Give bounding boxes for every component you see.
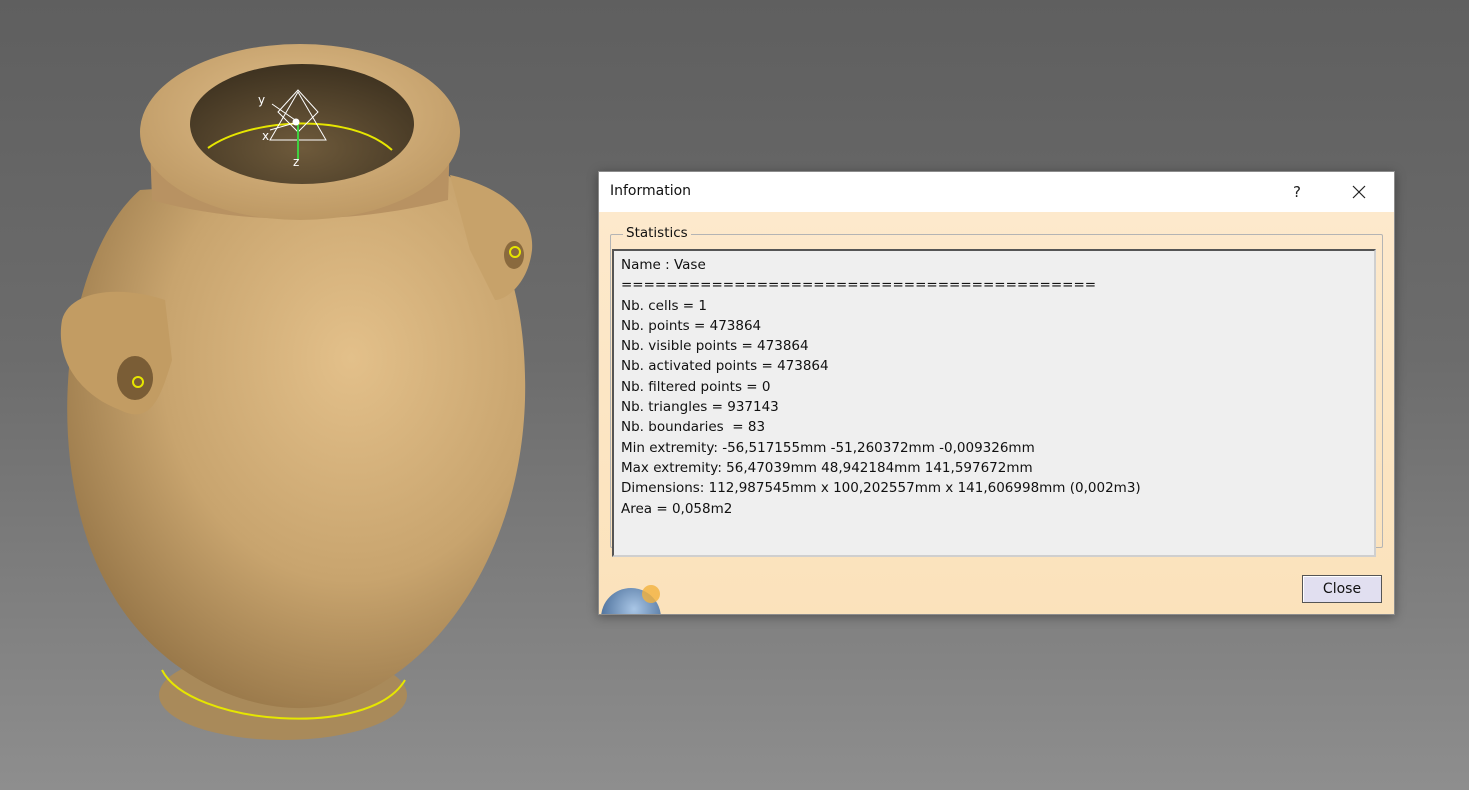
help-button[interactable]: ?	[1279, 178, 1315, 206]
stat-line: Nb. boundaries = 83	[621, 419, 766, 436]
dialog-body: Statistics Name : Vase =================…	[599, 212, 1394, 614]
stat-line: Nb. cells = 1	[621, 297, 707, 314]
statistics-group-label: Statistics	[623, 225, 691, 241]
statistics-text-area[interactable]: Name : Vase ============================…	[612, 249, 1376, 557]
stat-line: Dimensions: 112,987545mm x 100,202557mm …	[621, 480, 1141, 497]
vase-mesh[interactable]: y x z	[0, 0, 600, 790]
stat-line: Nb. activated points = 473864	[621, 358, 829, 375]
stat-line: Name : Vase	[621, 257, 706, 273]
stat-line: Nb. points = 473864	[621, 317, 762, 334]
axis-label-y: y	[258, 93, 265, 107]
close-icon[interactable]	[1341, 178, 1377, 206]
stat-line: Max extremity: 56,47039mm 48,942184mm 14…	[621, 459, 1033, 476]
stat-line: Nb. visible points = 473864	[621, 338, 809, 355]
axis-label-z: z	[293, 155, 299, 169]
globe-logo-icon	[599, 572, 663, 614]
stat-line: Nb. triangles = 937143	[621, 399, 779, 416]
stat-line: Nb. filtered points = 0	[621, 378, 771, 395]
dialog-title: Information	[610, 183, 692, 199]
stat-line: Area = 0,058m2	[621, 500, 733, 517]
axis-label-x: x	[262, 129, 269, 143]
stat-line: Min extremity: -56,517155mm -51,260372mm…	[621, 439, 1035, 456]
statistics-lines: Name : Vase ============================…	[621, 255, 1141, 519]
close-button[interactable]: Close	[1302, 575, 1382, 603]
title-bar[interactable]: Information ?	[599, 172, 1394, 212]
information-dialog: Information ? Statistics Name : Vase ===…	[598, 171, 1395, 615]
stat-line: ========================================…	[621, 277, 1097, 294]
